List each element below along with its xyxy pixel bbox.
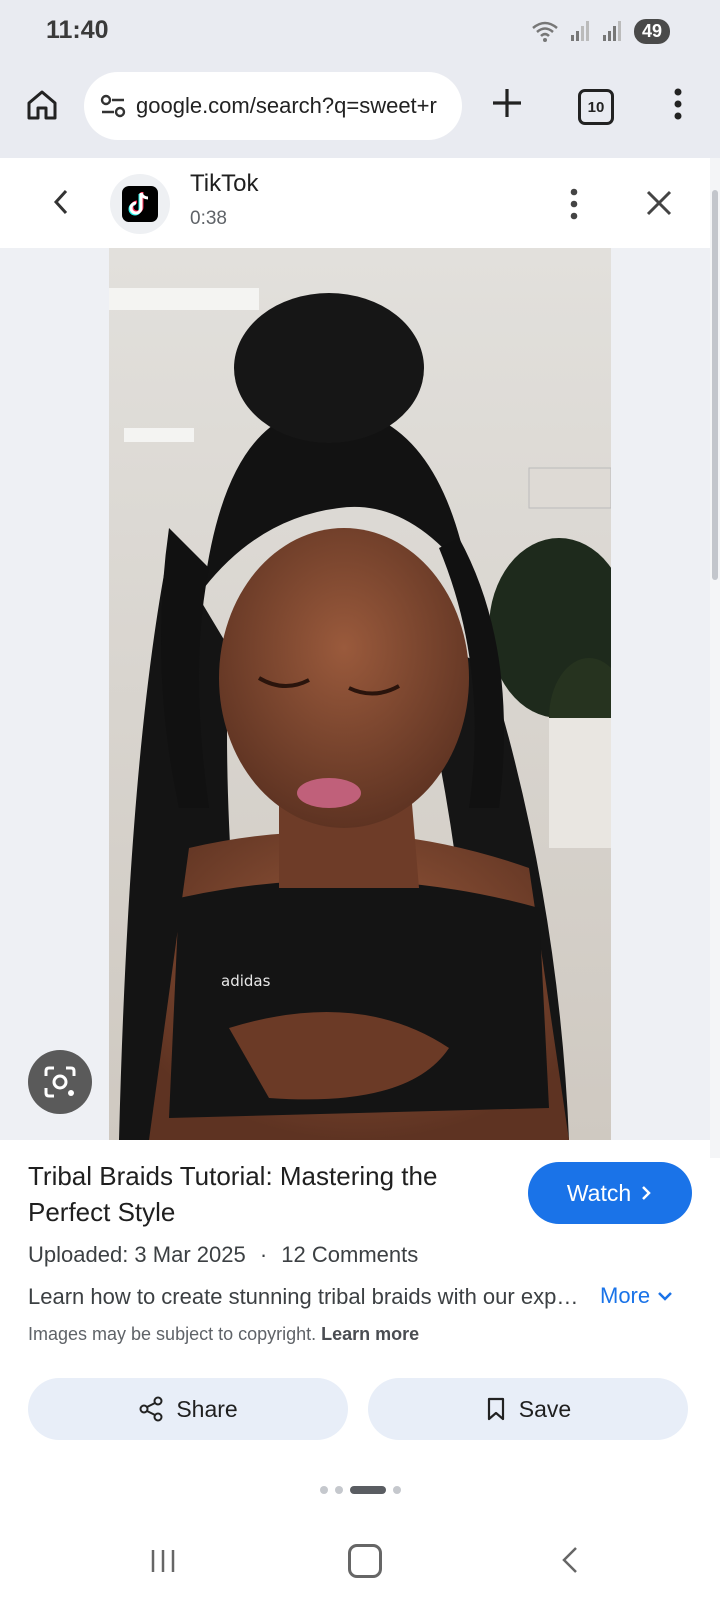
home-icon[interactable] (24, 87, 60, 123)
more-button[interactable]: More (600, 1283, 674, 1309)
scrollbar-thumb[interactable] (712, 190, 718, 580)
signal-icon (570, 21, 589, 41)
source-name: TikTok (190, 170, 259, 197)
svg-text:adidas: adidas (221, 972, 271, 990)
more-vert-icon[interactable] (660, 84, 696, 124)
chevron-right-icon (642, 1186, 651, 1200)
save-label: Save (518, 1395, 572, 1422)
result-meta: Uploaded: 3 Mar 2025 · 12 Comments (28, 1242, 418, 1268)
chevron-left-icon[interactable] (46, 186, 78, 218)
home-nav-icon[interactable] (348, 1544, 382, 1578)
carousel-dot (334, 1486, 343, 1494)
tab-switcher-button[interactable]: 10 (578, 89, 614, 125)
more-label: More (600, 1283, 651, 1308)
tab-count: 10 (587, 98, 605, 116)
share-icon (139, 1396, 163, 1422)
signal-icon (602, 21, 621, 41)
watch-label: Watch (566, 1179, 632, 1206)
recent-apps-icon[interactable] (148, 1546, 178, 1576)
status-bar: 11:40 49 (0, 0, 720, 64)
tiktok-logo (110, 174, 170, 234)
chevron-down-icon (658, 1292, 673, 1301)
copyright-notice: Images may be subject to copyright. Lear… (28, 1324, 419, 1345)
battery-indicator: 49 (633, 18, 670, 44)
result-panel-header: TikTok 0:38 (0, 158, 720, 248)
status-icons: 49 (530, 16, 670, 46)
status-time: 11:40 (46, 16, 109, 44)
watch-button[interactable]: Watch (528, 1162, 692, 1224)
learn-more-link[interactable]: Learn more (321, 1324, 419, 1344)
share-label: Share (176, 1395, 238, 1422)
google-lens-button[interactable] (28, 1050, 92, 1114)
back-nav-icon[interactable] (556, 1544, 586, 1576)
video-duration: 0:38 (190, 208, 227, 229)
tiktok-icon (128, 192, 149, 216)
wifi-icon (532, 21, 558, 42)
close-icon[interactable] (642, 186, 676, 220)
carousel-dot-active (349, 1486, 386, 1494)
carousel-dot (392, 1486, 401, 1494)
comment-count: 12 Comments (281, 1242, 419, 1267)
share-button[interactable]: Share (28, 1378, 348, 1440)
carousel-dot (319, 1486, 328, 1494)
tune-icon[interactable] (98, 91, 128, 121)
result-title[interactable]: Tribal Braids Tutorial: Mastering the Pe… (28, 1158, 498, 1230)
browser-toolbar: google.com/search?q=sweet+r 10 (0, 64, 720, 160)
bookmark-icon (487, 1397, 504, 1421)
meta-separator: · (259, 1242, 268, 1267)
braids-photo: adidas (109, 248, 611, 1140)
upload-date: Uploaded: 3 Mar 2025 (28, 1242, 246, 1267)
result-image[interactable]: adidas (109, 248, 611, 1140)
google-lens-icon (44, 1066, 76, 1098)
system-nav-bar (0, 1528, 720, 1600)
result-description: Learn how to create stunning tribal brai… (28, 1284, 588, 1309)
save-button[interactable]: Save (368, 1378, 688, 1440)
address-bar[interactable]: google.com/search?q=sweet+r (84, 72, 462, 140)
url-text: google.com/search?q=sweet+r (136, 93, 437, 118)
new-tab-plus-icon[interactable] (488, 84, 526, 122)
copyright-text: Images may be subject to copyright. (28, 1324, 317, 1344)
image-preview-area: adidas (0, 248, 710, 1140)
more-vert-icon[interactable] (556, 184, 592, 224)
carousel-indicator (0, 1486, 720, 1494)
